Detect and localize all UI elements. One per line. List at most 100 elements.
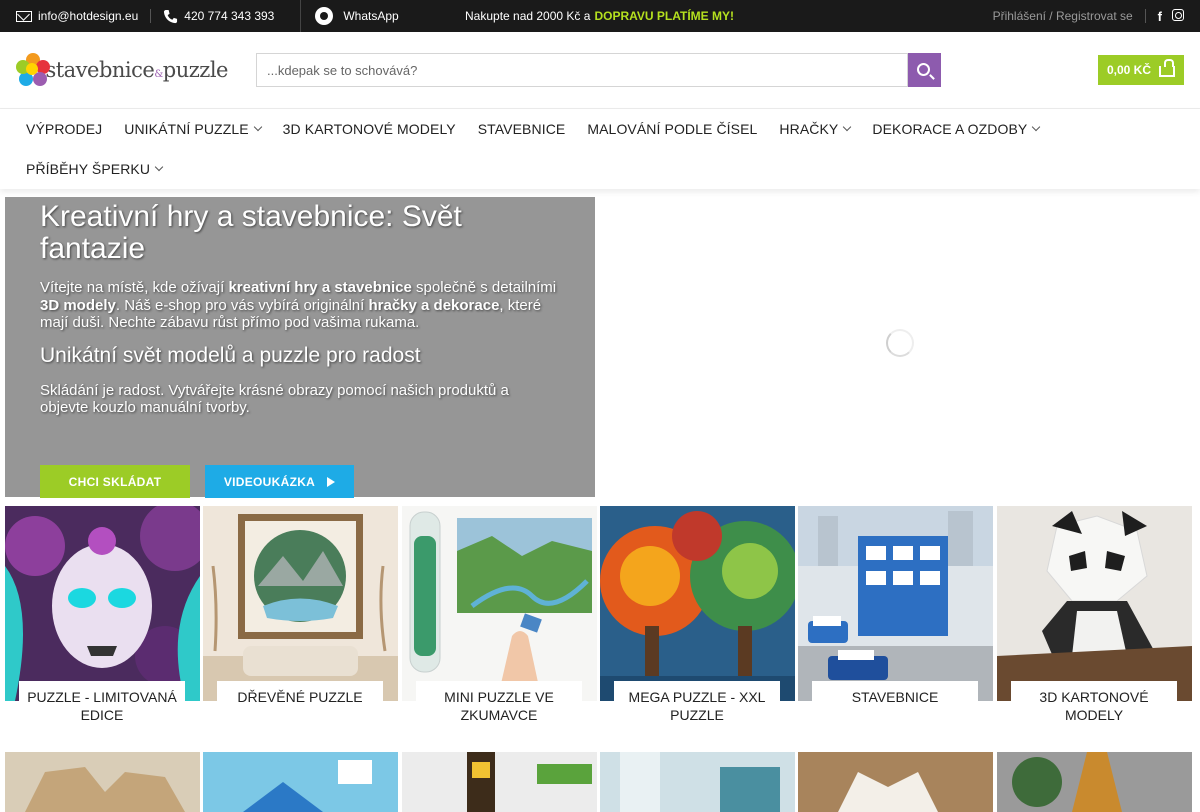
site-header: stavebnice&puzzle 0,00 KČ — [0, 32, 1200, 109]
logo-word-1: stavebnice — [45, 58, 155, 82]
phone-link[interactable]: 420 774 343 393 — [163, 9, 286, 24]
category-image — [997, 506, 1192, 701]
video-area — [600, 197, 1200, 497]
category-image — [402, 506, 597, 701]
category-image — [997, 752, 1192, 812]
promo-text: Nakupte nad 2000 Kč a — [465, 9, 591, 23]
hero-text-bold: kreativní hry a stavebnice — [228, 279, 412, 296]
nav-item-stavebnice[interactable]: STAVEBNICE — [467, 109, 577, 149]
category-label: Dřevěné puzzle — [217, 681, 383, 712]
nav-item-pribehy-sperku[interactable]: PŘÍBĚHY ŠPERKU — [15, 149, 173, 189]
logo-ampersand: & — [154, 69, 163, 80]
category-label: Mini puzzle ve zkumavce — [416, 681, 582, 730]
hero-title: Kreativní hry a stavebnice: Svět fantazi… — [40, 200, 462, 265]
hero-text: . Náš e-shop pro vás vybírá originální — [115, 296, 369, 314]
category-image — [600, 752, 795, 812]
loading-spinner-icon — [886, 329, 914, 357]
basket-icon — [1159, 59, 1175, 77]
hero-subtitle: Unikátní svět modelů a puzzle pro radost — [40, 343, 421, 367]
hero-text-bold: 3D modely — [40, 296, 116, 314]
category-image — [203, 506, 398, 701]
main-nav: VÝPRODEJ UNIKÁTNÍ PUZZLE 3D KARTONOVÉ MO… — [0, 109, 1200, 189]
nav-item-vyprodej[interactable]: VÝPRODEJ — [15, 109, 113, 149]
hero-banner: Kreativní hry a stavebnice: Svět fantazi… — [5, 197, 595, 498]
email-text: info@hotdesign.eu — [38, 9, 139, 23]
chevron-down-icon — [843, 122, 852, 132]
category-label: Mega puzzle - XXL puzzle — [614, 681, 780, 730]
instagram-link[interactable] — [1172, 8, 1184, 24]
logo-wordmark: stavebnice&puzzle — [45, 58, 228, 82]
logo-flower-icon — [16, 53, 50, 87]
category-image — [600, 506, 795, 701]
category-card[interactable]: Mega puzzle - XXL puzzle — [600, 506, 795, 730]
search-icon — [917, 62, 930, 76]
hero-buttons: CHCI SKLÁDAT VIDEOUKÁZKA — [40, 465, 354, 498]
play-icon — [327, 476, 336, 487]
nav-item-unikatni-puzzle[interactable]: UNIKÁTNÍ PUZZLE — [113, 109, 271, 149]
divider — [150, 9, 152, 23]
video-demo-button[interactable]: VIDEOUKÁZKA — [205, 465, 354, 498]
hero-text: Vítejte na místě, kde ožívají — [40, 279, 229, 296]
category-card[interactable]: Puzzle - limitovaná edice — [5, 506, 200, 730]
category-image — [798, 506, 993, 701]
cart-button[interactable]: 0,00 KČ — [1097, 55, 1184, 85]
nav-item-3d-modely[interactable]: 3D KARTONOVÉ MODELY — [272, 109, 467, 149]
divider — [300, 0, 302, 32]
search-button[interactable] — [908, 53, 941, 87]
chevron-down-icon — [1032, 122, 1041, 132]
category-card[interactable]: Dřevěné puzzle — [203, 506, 398, 712]
button-label: VIDEOUKÁZKA — [223, 474, 316, 489]
category-card-partial[interactable] — [798, 752, 993, 812]
chevron-down-icon — [154, 162, 164, 172]
divider — [1144, 9, 1146, 23]
whatsapp-link[interactable]: WhatsApp — [315, 7, 410, 25]
start-building-button[interactable]: CHCI SKLÁDAT — [40, 465, 190, 498]
hero-description: Skládání je radost. Vytvářejte krásné ob… — [40, 381, 509, 417]
category-card-partial[interactable] — [5, 752, 200, 812]
nav-label: PŘÍBĚHY ŠPERKU — [26, 161, 151, 177]
mail-icon — [16, 10, 32, 22]
nav-item-malovani[interactable]: MALOVÁNÍ PODLE ČÍSEL — [576, 109, 768, 149]
nav-label: DEKORACE A OZDOBY — [872, 121, 1028, 137]
category-card[interactable]: 3D kartonové modely — [997, 506, 1192, 730]
nav-label: 3D KARTONOVÉ MODELY — [282, 121, 456, 137]
category-card-partial[interactable] — [997, 752, 1192, 812]
logo-word-2: puzzle — [162, 58, 229, 82]
top-bar: info@hotdesign.eu 420 774 343 393 WhatsA… — [0, 0, 1200, 32]
phone-text: 420 774 343 393 — [184, 9, 275, 23]
category-image — [798, 752, 993, 812]
category-card-partial[interactable] — [402, 752, 597, 812]
category-label: Stavebnice — [812, 681, 978, 712]
category-image — [5, 506, 200, 701]
hero-text-bold: hračky a dekorace — [368, 296, 500, 314]
nav-label: UNIKÁTNÍ PUZZLE — [124, 121, 249, 137]
category-image — [5, 752, 200, 812]
logo[interactable]: stavebnice&puzzle — [16, 50, 229, 90]
hero-intro: Vítejte na místě, kde ožívají kreativní … — [40, 279, 560, 332]
category-card[interactable]: Stavebnice — [798, 506, 993, 712]
search-input[interactable] — [256, 53, 908, 87]
button-label: CHCI SKLÁDAT — [68, 474, 162, 489]
category-card[interactable]: Mini puzzle ve zkumavce — [402, 506, 597, 730]
category-card-partial[interactable] — [600, 752, 795, 812]
account-group: Přihlášení / Registrovat se f — [993, 8, 1184, 24]
nav-label: MALOVÁNÍ PODLE ČÍSEL — [587, 121, 758, 137]
contact-group: info@hotdesign.eu 420 774 343 393 WhatsA… — [16, 0, 411, 32]
nav-item-hracky[interactable]: HRAČKY — [768, 109, 861, 149]
promo-highlight: DOPRAVU PLATÍME MY! — [594, 9, 734, 23]
category-card-partial[interactable] — [203, 752, 398, 812]
nav-item-dekorace[interactable]: DEKORACE A OZDOBY — [861, 109, 1050, 149]
instagram-icon — [1172, 8, 1184, 21]
category-image — [402, 752, 597, 812]
category-label: 3D kartonové modely — [1011, 681, 1177, 730]
cart-total: 0,00 KČ — [1106, 63, 1151, 77]
category-image — [203, 752, 398, 812]
login-link[interactable]: Přihlášení / Registrovat se — [993, 9, 1133, 23]
facebook-icon[interactable]: f — [1158, 9, 1162, 24]
nav-label: HRAČKY — [779, 121, 839, 137]
email-link[interactable]: info@hotdesign.eu — [16, 9, 150, 23]
whatsapp-text: WhatsApp — [343, 9, 399, 23]
chevron-down-icon — [253, 122, 262, 132]
hero-text: společně s detailními — [411, 279, 557, 296]
search-form — [256, 53, 941, 87]
